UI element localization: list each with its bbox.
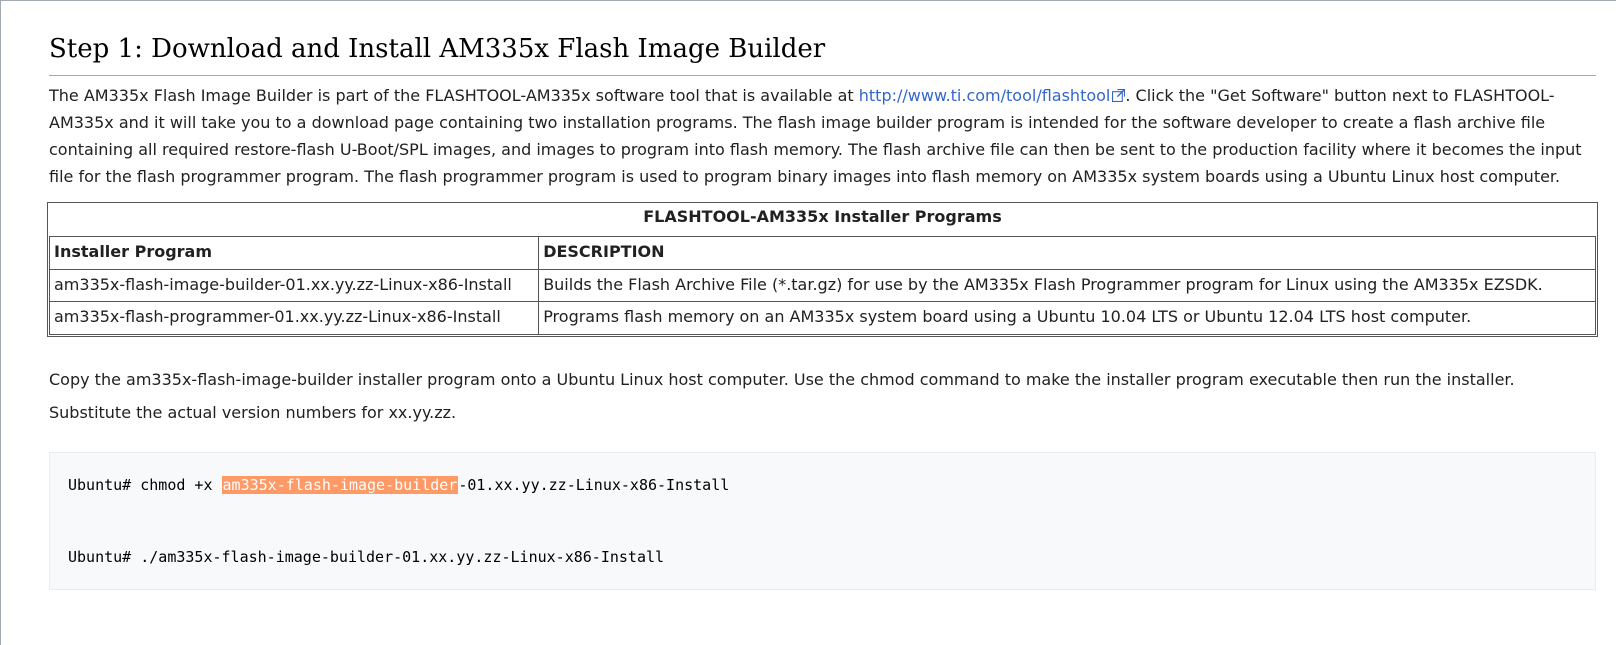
code-line-2: Ubuntu# ./am335x-flash-image-builder-01.… [68,548,664,566]
flashtool-link[interactable]: http://www.ti.com/tool/flashtool [859,86,1126,105]
installer-programs-table: FLASHTOOL-AM335x Installer Programs Inst… [49,204,1596,334]
code-line-1-pre: Ubuntu# chmod +x [68,476,222,494]
col-header-program: Installer Program [50,236,539,269]
intro-text-before-link: The AM335x Flash Image Builder is part o… [49,86,859,105]
cell-program: am335x-flash-image-builder-01.xx.yy.zz-L… [50,269,539,302]
intro-paragraph: The AM335x Flash Image Builder is part o… [49,82,1596,191]
external-link-icon [1112,83,1125,96]
cell-description: Programs flash memory on an AM335x syste… [539,302,1596,335]
code-block: Ubuntu# chmod +x am335x-flash-image-buil… [49,452,1596,590]
code-line-1-post: -01.xx.yy.zz-Linux-x86-Install [458,476,729,494]
table-header-row: Installer Program DESCRIPTION [50,236,1596,269]
cell-description: Builds the Flash Archive File (*.tar.gz)… [539,269,1596,302]
table-row: am335x-flash-image-builder-01.xx.yy.zz-L… [50,269,1596,302]
col-header-description: DESCRIPTION [539,236,1596,269]
highlighted-text: am335x-flash-image-builder [222,476,459,494]
after-table-paragraph: Copy the am335x-flash-image-builder inst… [49,363,1596,430]
cell-program: am335x-flash-programmer-01.xx.yy.zz-Linu… [50,302,539,335]
link-text: http://www.ti.com/tool/flashtool [859,86,1111,105]
section-heading: Step 1: Download and Install AM335x Flas… [49,29,1596,76]
table-row: am335x-flash-programmer-01.xx.yy.zz-Linu… [50,302,1596,335]
table-caption: FLASHTOOL-AM335x Installer Programs [49,204,1596,236]
